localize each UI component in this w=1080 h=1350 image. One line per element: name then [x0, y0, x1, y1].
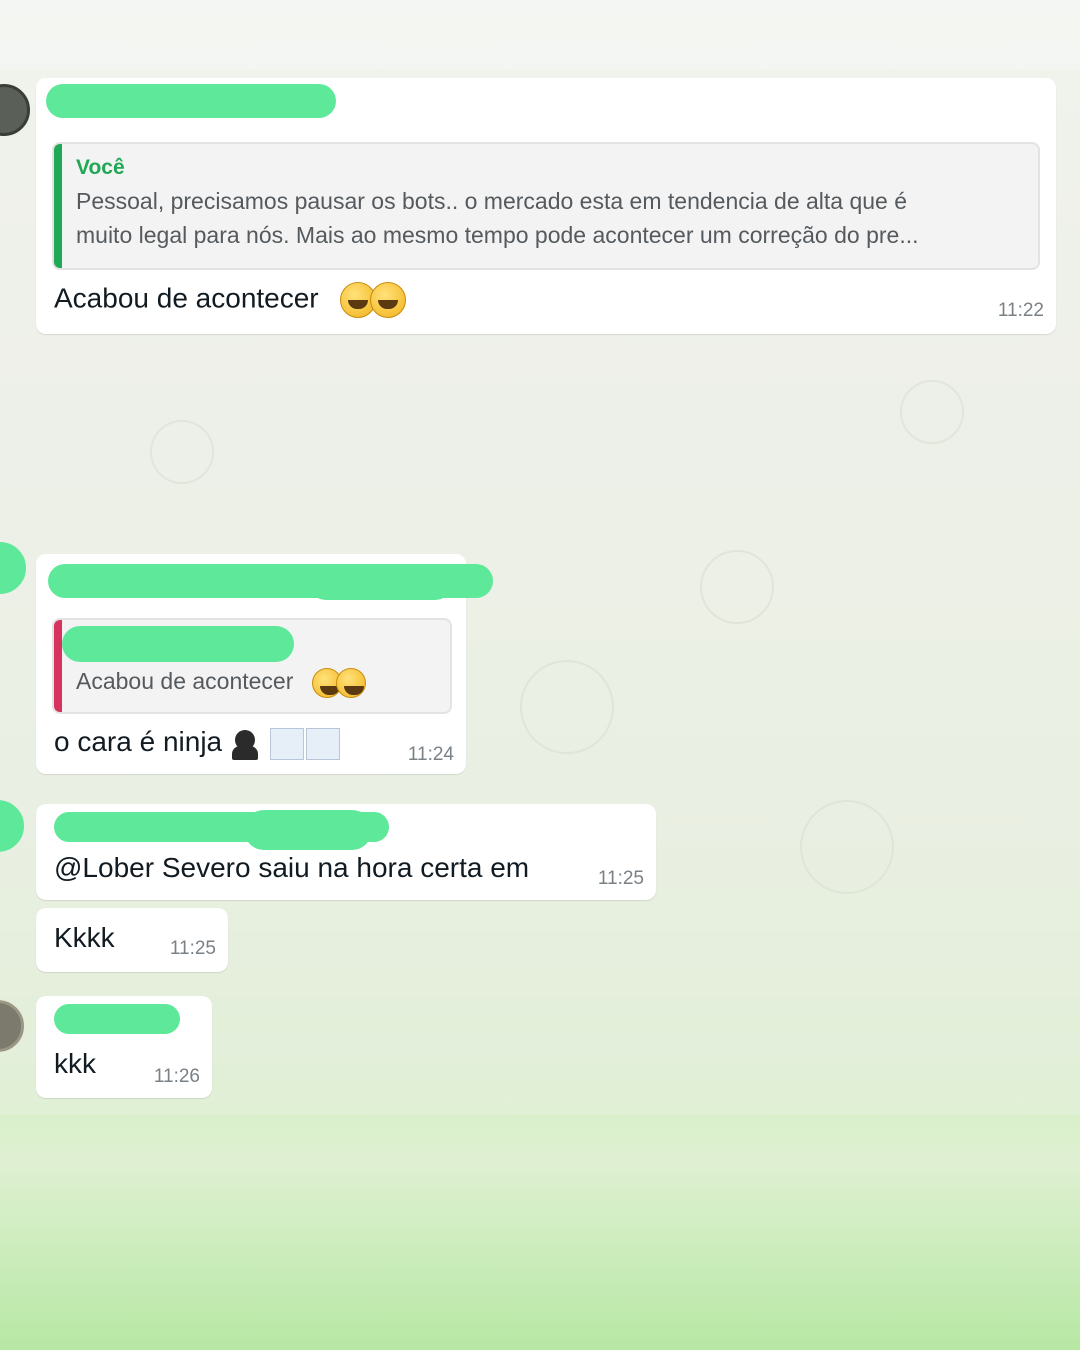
grinning-sweat-emoji [370, 282, 407, 318]
message-text-content: o cara é ninja [54, 726, 223, 757]
chart-decreasing-emoji [305, 727, 340, 760]
message-text: @Lober Severo saiu na hora certa em [54, 852, 530, 883]
quote-author: Você [76, 156, 125, 179]
quote-accent-bar [54, 620, 62, 712]
message-text: kkk [54, 1048, 96, 1079]
message-bubble[interactable]: kkk 11:26 [36, 996, 212, 1098]
redacted-sender-name [308, 564, 453, 600]
wallpaper-doodle [700, 550, 774, 624]
quote-text-line: muito legal para nós. Mais ao mesmo temp… [76, 222, 919, 248]
grinning-sweat-emoji [335, 667, 366, 698]
redacted-sender-name [244, 810, 372, 850]
message-text: Kkkk [54, 922, 115, 953]
wallpaper-doodle [900, 380, 964, 444]
message-timestamp: 11:26 [153, 1066, 200, 1087]
redacted-sender-name [46, 84, 336, 118]
wallpaper-doodle [520, 660, 614, 754]
redacted-quote-author [62, 626, 294, 662]
message-text: o cara é ninja [54, 726, 340, 760]
chart-increasing-emoji [269, 727, 304, 760]
quote-accent-bar [54, 144, 62, 268]
ninja-emoji [230, 728, 260, 760]
quote-text-content: Acabou de acontecer [76, 668, 294, 694]
wallpaper-doodle [800, 800, 894, 894]
quote-text-line: Pessoal, precisamos pausar os bots.. o m… [76, 188, 908, 214]
message-bubble[interactable]: Você Pessoal, precisamos pausar os bots.… [36, 78, 1056, 334]
redacted-sender-name [54, 1004, 180, 1034]
message-text-content: Acabou de acontecer [54, 282, 319, 314]
message-timestamp: 11:24 [407, 744, 454, 765]
bottom-fade [0, 1060, 1080, 1350]
message-timestamp: 11:22 [997, 300, 1044, 321]
wallpaper-doodle [150, 420, 214, 484]
quoted-message[interactable]: Você Pessoal, precisamos pausar os bots.… [52, 142, 1040, 270]
message-timestamp: 11:25 [169, 938, 216, 959]
quoted-message[interactable]: Acabou de acontecer [52, 618, 452, 714]
message-bubble[interactable]: @Lober Severo saiu na hora certa em 11:2… [36, 804, 656, 900]
message-bubble[interactable]: Kkkk 11:25 [36, 908, 228, 972]
message-text: Acabou de acontecer [54, 282, 407, 318]
message-bubble[interactable]: Acabou de acontecer o cara é ninja 11:24 [36, 554, 493, 774]
quote-text: Acabou de acontecer [76, 664, 366, 698]
message-timestamp: 11:25 [597, 868, 644, 889]
